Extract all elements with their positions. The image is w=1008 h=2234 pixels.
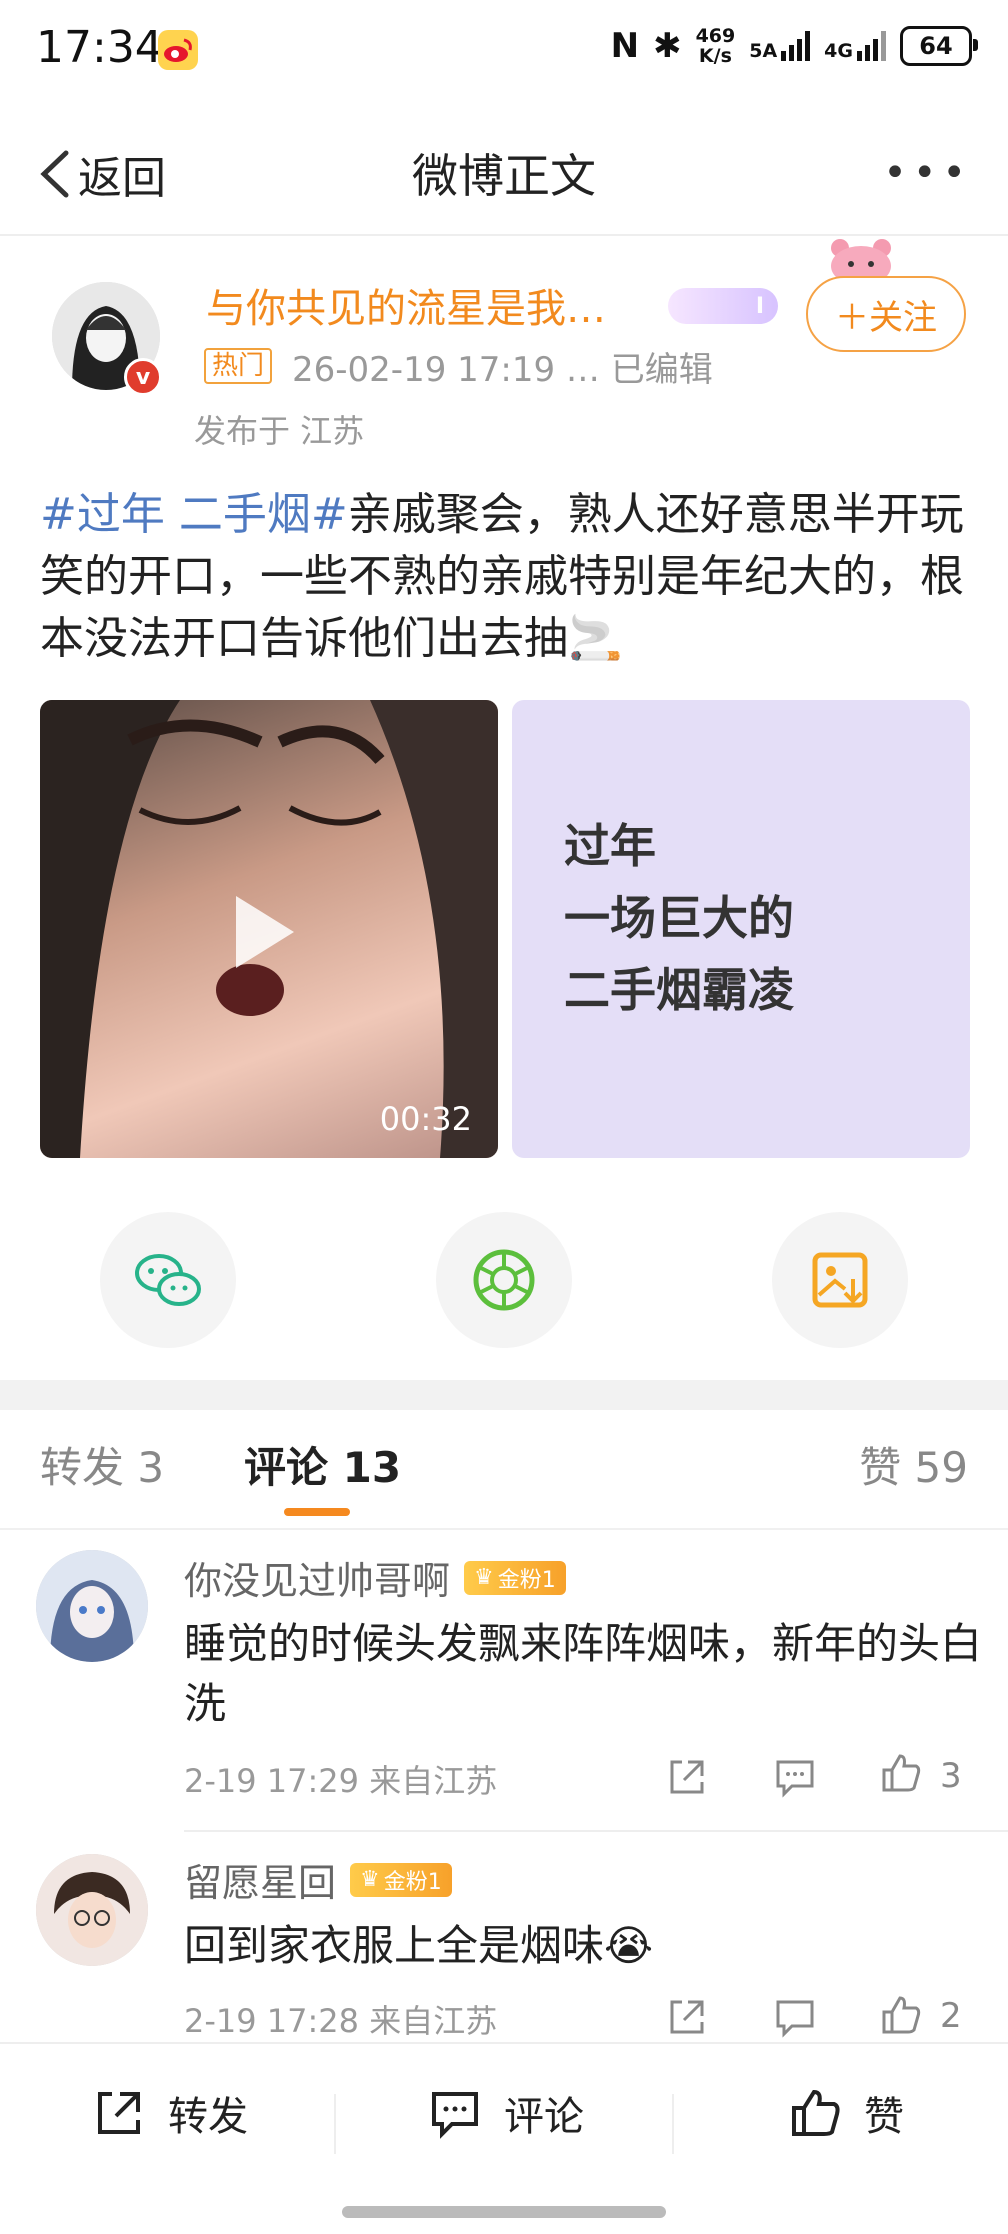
verified-icon: v xyxy=(124,358,162,396)
author-level-badge: I xyxy=(668,288,778,324)
save-image-button[interactable] xyxy=(772,1212,908,1348)
nfc-icon: N xyxy=(610,26,640,66)
play-icon xyxy=(236,896,294,968)
like-icon[interactable] xyxy=(880,1752,922,1794)
comment-header: 你没见过帅哥啊 ♛ 金粉1 xyxy=(184,1550,566,1605)
comment-avatar[interactable] xyxy=(36,1550,148,1662)
like-count: 3 xyxy=(940,1756,962,1796)
share-icon[interactable] xyxy=(666,1756,708,1798)
like-button[interactable]: 赞 xyxy=(788,2084,904,2142)
like-label: 赞 xyxy=(864,2094,904,2140)
share-icon xyxy=(98,2092,140,2134)
comment-icon[interactable] xyxy=(774,1756,816,1798)
comment-text: 回到家衣服上全是烟味😭 xyxy=(184,1921,654,1970)
status-time: 17:34 xyxy=(36,22,163,73)
bar-separator xyxy=(334,2094,336,2154)
battery-icon: 64 xyxy=(900,26,978,66)
comment-icon xyxy=(432,2092,478,2139)
tab-repost[interactable]: 转发 3 xyxy=(40,1434,164,1495)
tab-like[interactable]: 赞 59 xyxy=(859,1434,968,1495)
tab-comment[interactable]: 评论 13 xyxy=(244,1434,401,1495)
signal-5a: 5A xyxy=(749,31,811,61)
like-count: 2 xyxy=(940,1996,962,2036)
video-duration: 00:32 xyxy=(379,1100,472,1138)
section-gap xyxy=(0,1380,1008,1410)
bluetooth-icon: ✱ xyxy=(653,26,682,66)
share-wechat-button[interactable] xyxy=(100,1212,236,1348)
comment-username[interactable]: 你没见过帅哥啊 xyxy=(184,1550,450,1605)
home-indicator[interactable] xyxy=(342,2206,666,2218)
save-image-icon xyxy=(812,1252,868,1308)
comment-avatar[interactable] xyxy=(36,1854,148,1966)
follow-button[interactable]: ＋关注 xyxy=(806,276,966,352)
repost-button[interactable]: 转发 xyxy=(92,2084,248,2142)
author-name[interactable]: 与你共见的流星是我… xyxy=(206,276,606,334)
comment-button[interactable]: 评论 xyxy=(428,2084,584,2142)
like-icon[interactable] xyxy=(880,1994,922,2036)
tabs-divider xyxy=(0,1528,1008,1530)
comment-divider xyxy=(184,1830,1008,1832)
repost-label: 转发 xyxy=(168,2094,248,2140)
comment-text: 睡觉的时候头发飘来阵阵烟味，新年的头白洗 xyxy=(184,1619,983,1728)
signal-4g: 4G xyxy=(824,31,886,61)
post-location: 发布于 江苏 xyxy=(194,412,365,450)
comment-label: 评论 xyxy=(504,2094,584,2140)
share-moments-button[interactable] xyxy=(436,1212,572,1348)
status-icons: N ✱ 469 K/s 5A 4G 64 xyxy=(610,25,978,67)
comment-icon[interactable] xyxy=(774,1996,816,2038)
net-speed: 469 K/s xyxy=(695,25,736,67)
fan-badge: ♛ 金粉1 xyxy=(464,1560,566,1595)
comment-username[interactable]: 留愿星回 xyxy=(184,1852,336,1907)
fan-badge: ♛ 金粉1 xyxy=(350,1862,452,1897)
wechat-icon xyxy=(135,1254,201,1306)
image-caption: 过年 一场巨大的 二手烟霸凌 xyxy=(564,819,794,1017)
post-text: #过年 二手烟#亲戚聚会，熟人还好意思半开玩笑的开口，一些不熟的亲戚特别是年纪大… xyxy=(40,484,970,670)
hot-tag: 热门 xyxy=(204,348,273,384)
tab-underline xyxy=(284,1508,350,1516)
page-title: 微博正文 xyxy=(412,149,596,203)
comment-meta: 2-19 17:28 来自江苏 xyxy=(184,2002,498,2040)
comment-meta: 2-19 17:29 来自江苏 xyxy=(184,1762,498,1800)
more-button[interactable]: ••• xyxy=(883,150,972,196)
weibo-icon xyxy=(158,30,198,70)
post-image[interactable]: 过年 一场巨大的 二手烟霸凌 xyxy=(512,700,970,1158)
video-thumbnail[interactable]: 00:32 xyxy=(40,700,498,1158)
like-icon xyxy=(792,2089,840,2136)
post-time: 26-02-19 17:19 … 已编辑 xyxy=(292,350,713,390)
comment-header: 留愿星回 ♛ 金粉1 xyxy=(184,1852,452,1907)
moments-icon xyxy=(473,1249,535,1311)
share-icon[interactable] xyxy=(666,1996,708,2038)
bar-separator xyxy=(672,2094,674,2154)
hashtag-link[interactable]: #过年 二手烟# xyxy=(40,489,348,540)
